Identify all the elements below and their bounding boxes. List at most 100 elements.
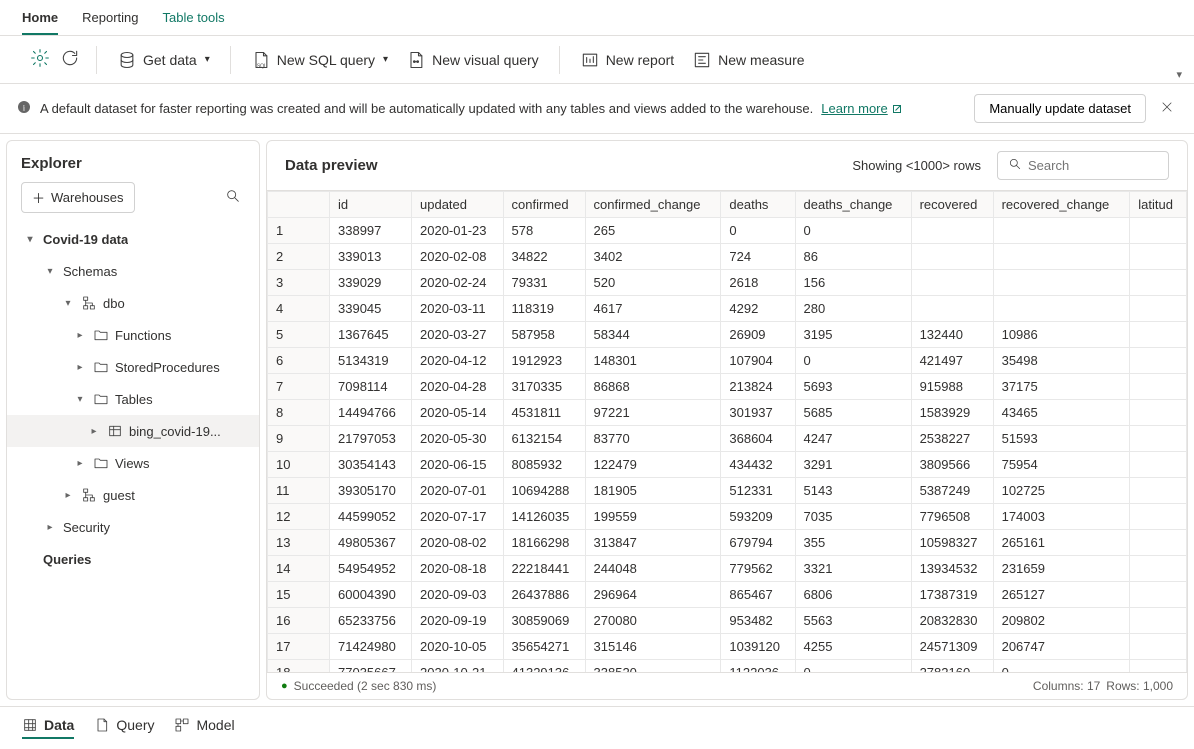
tab-table-tools[interactable]: Table tools [163, 2, 225, 35]
table-cell: 14494766 [330, 400, 412, 426]
table-cell: 270080 [585, 608, 721, 634]
column-header[interactable]: confirmed [503, 192, 585, 218]
table-row[interactable]: 43390452020-03-1111831946174292280 [268, 296, 1187, 322]
row-number-cell: 12 [268, 504, 330, 530]
table-cell [1130, 244, 1187, 270]
new-visual-query-button[interactable]: New visual query [402, 46, 543, 74]
chevron-right-icon: ▸ [41, 522, 59, 533]
table-cell [1130, 660, 1187, 673]
column-header[interactable]: deaths_change [795, 192, 911, 218]
table-cell [1130, 530, 1187, 556]
table-row[interactable]: 33390292020-02-24793315202618156 [268, 270, 1187, 296]
new-report-label: New report [606, 52, 674, 68]
tree-db[interactable]: ▾ Covid-19 data [7, 223, 259, 255]
table-row[interactable]: 11393051702020-07-0110694288181905512331… [268, 478, 1187, 504]
settings-icon[interactable] [30, 48, 50, 71]
table-cell: 265 [585, 218, 721, 244]
table-cell: 75954 [993, 452, 1130, 478]
table-cell: 0 [721, 218, 795, 244]
table-cell: 0 [795, 348, 911, 374]
bottom-tab-data[interactable]: Data [22, 717, 74, 739]
warehouses-button[interactable]: ＋ Warehouses [21, 182, 135, 213]
table-cell: 118319 [503, 296, 585, 322]
tree-bing-covid[interactable]: ▸ bing_covid-19... [7, 415, 259, 447]
table-row[interactable]: 9217970532020-05-30613215483770368604424… [268, 426, 1187, 452]
table-cell [1130, 322, 1187, 348]
table-cell: 86868 [585, 374, 721, 400]
table-cell [1130, 556, 1187, 582]
table-cell: 213824 [721, 374, 795, 400]
chevron-right-icon: ▸ [71, 458, 89, 469]
table-cell: 17387319 [911, 582, 993, 608]
table-cell: 3170335 [503, 374, 585, 400]
table-row[interactable]: 8144947662020-05-14453181197221301937568… [268, 400, 1187, 426]
column-header[interactable]: id [330, 192, 412, 218]
table-cell: 209802 [993, 608, 1130, 634]
search-icon [1008, 157, 1022, 174]
bottom-tab-query[interactable]: Query [94, 717, 154, 739]
column-header[interactable]: deaths [721, 192, 795, 218]
refresh-icon[interactable] [60, 48, 80, 71]
table-row[interactable]: 16652337562020-09-1930859069270080953482… [268, 608, 1187, 634]
manually-update-button[interactable]: Manually update dataset [974, 94, 1146, 123]
table-cell: 122479 [585, 452, 721, 478]
tab-reporting[interactable]: Reporting [82, 2, 138, 35]
table-cell: 199559 [585, 504, 721, 530]
ribbon-overflow-icon[interactable]: ▾ [1176, 68, 1182, 81]
table-row[interactable]: 14549549522020-08-1822218441244048779562… [268, 556, 1187, 582]
explorer-search-icon[interactable] [221, 184, 245, 211]
column-header[interactable]: updated [412, 192, 504, 218]
learn-more-link[interactable]: Learn more [821, 101, 902, 116]
table-cell: 39305170 [330, 478, 412, 504]
table-cell [1130, 582, 1187, 608]
table-row[interactable]: 23390132020-02-0834822340272486 [268, 244, 1187, 270]
column-header[interactable]: recovered [911, 192, 993, 218]
column-header[interactable]: latitud [1130, 192, 1187, 218]
tab-home[interactable]: Home [22, 2, 58, 35]
new-sql-query-button[interactable]: SQL New SQL query ▾ [247, 46, 392, 74]
table-cell: 1122036 [721, 660, 795, 673]
row-number-cell: 7 [268, 374, 330, 400]
table-row[interactable]: 18770356672020-10-2141329136338520112203… [268, 660, 1187, 673]
table-cell: 58344 [585, 322, 721, 348]
table-row[interactable]: 13389972020-01-2357826500 [268, 218, 1187, 244]
table-row[interactable]: 651343192020-04-121912923148301107904042… [268, 348, 1187, 374]
table-row[interactable]: 13498053672020-08-0218166298313847679794… [268, 530, 1187, 556]
table-row[interactable]: 17714249802020-10-0535654271315146103912… [268, 634, 1187, 660]
tree-functions[interactable]: ▸ Functions [7, 319, 259, 351]
tree-sprocs[interactable]: ▸ StoredProcedures [7, 351, 259, 383]
new-report-button[interactable]: New report [576, 46, 678, 74]
table-row[interactable]: 770981142020-04-283170335868682138245693… [268, 374, 1187, 400]
table-row[interactable]: 10303541432020-06-1580859321224794344323… [268, 452, 1187, 478]
table-cell: 2020-02-24 [412, 270, 504, 296]
tree-guest[interactable]: ▸ guest [7, 479, 259, 511]
tree-views[interactable]: ▸ Views [7, 447, 259, 479]
table-cell: 26909 [721, 322, 795, 348]
table-cell: 301937 [721, 400, 795, 426]
table-row[interactable]: 12445990522020-07-1714126035199559593209… [268, 504, 1187, 530]
tree-tables[interactable]: ▾ Tables [7, 383, 259, 415]
table-cell: 2020-08-02 [412, 530, 504, 556]
table-cell: 2020-08-18 [412, 556, 504, 582]
search-input[interactable] [1028, 158, 1158, 173]
tree-queries[interactable]: Queries [7, 543, 259, 575]
search-input-container[interactable] [997, 151, 1169, 180]
table-cell: 355 [795, 530, 911, 556]
table-cell [1130, 400, 1187, 426]
new-measure-button[interactable]: New measure [688, 46, 808, 74]
column-header[interactable]: recovered_change [993, 192, 1130, 218]
bottom-tab-model[interactable]: Model [174, 717, 234, 739]
get-data-button[interactable]: Get data ▾ [113, 46, 214, 74]
folder-icon [93, 326, 111, 344]
tree-security[interactable]: ▸ Security [7, 511, 259, 543]
tree-schemas[interactable]: ▾ Schemas [7, 255, 259, 287]
table-cell: 338520 [585, 660, 721, 673]
table-row[interactable]: 15600043902020-09-0326437886296964865467… [268, 582, 1187, 608]
table-cell [1130, 634, 1187, 660]
tree-dbo[interactable]: ▾ dbo [7, 287, 259, 319]
table-cell: 2020-05-30 [412, 426, 504, 452]
close-icon[interactable] [1156, 96, 1178, 121]
table-cell: 3321 [795, 556, 911, 582]
table-row[interactable]: 513676452020-03-275879585834426909319513… [268, 322, 1187, 348]
column-header[interactable]: confirmed_change [585, 192, 721, 218]
